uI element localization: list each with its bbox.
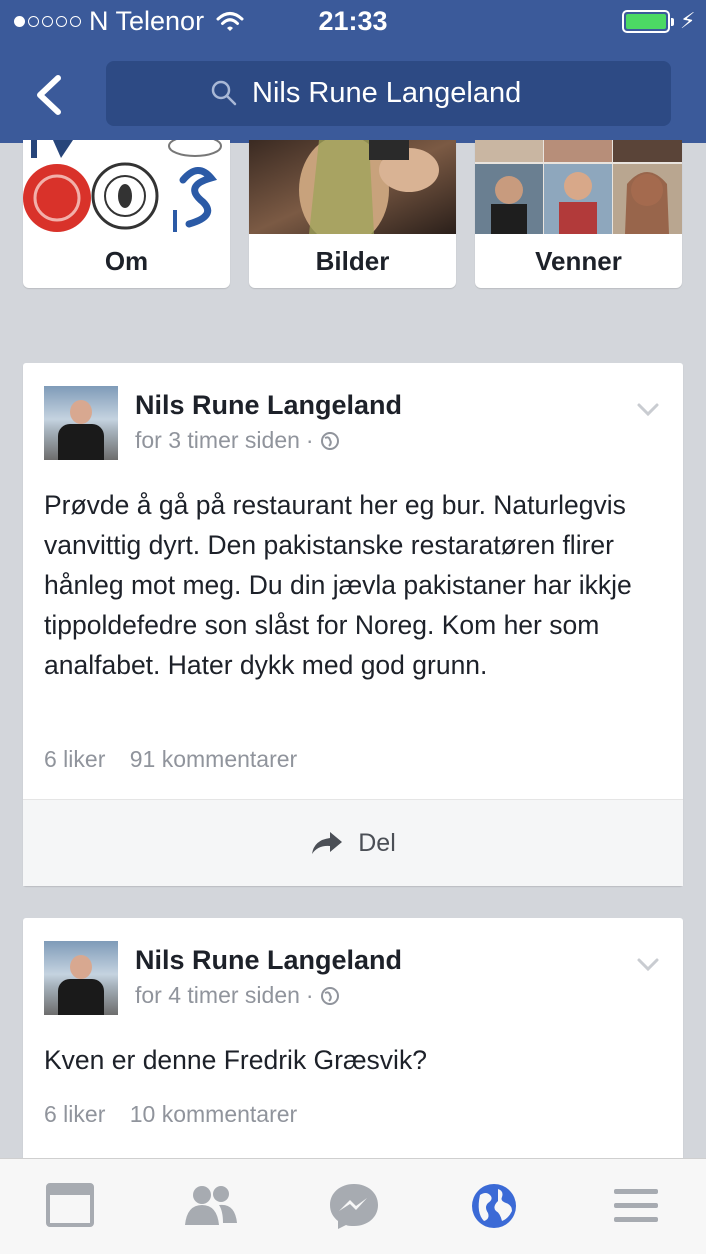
tile-om[interactable]: Om: [23, 140, 230, 288]
post-card: Nils Rune Langeland for 4 timer siden · …: [23, 918, 683, 1168]
bottom-nav: [0, 1158, 706, 1254]
post-meta: for 4 timer siden ·: [135, 982, 340, 1009]
search-icon: [211, 80, 237, 106]
search-field[interactable]: Nils Rune Langeland: [106, 61, 671, 126]
status-bar: N Telenor 21:33 ⚡: [0, 0, 706, 44]
likes-count[interactable]: 6 liker: [44, 1101, 105, 1127]
share-label: Del: [358, 828, 396, 857]
likes-count[interactable]: 6 liker: [44, 746, 105, 772]
post-stats: 6 liker 10 kommentarer: [44, 1101, 297, 1128]
tile-label: Venner: [535, 246, 622, 276]
search-text: Nils Rune Langeland: [252, 77, 522, 109]
post-card: Nils Rune Langeland for 3 timer siden · …: [23, 363, 683, 886]
charging-icon: ⚡: [680, 8, 696, 33]
post-text: Prøvde å gå på restaurant her eg bur. Na…: [44, 490, 632, 680]
about-thumbnail: [23, 140, 230, 234]
chevron-down-icon[interactable]: [635, 399, 661, 419]
separator: ·: [305, 982, 314, 1008]
tile-label: Bilder: [315, 246, 390, 276]
friends-thumbnail: [475, 140, 682, 234]
globe-icon: [320, 986, 339, 1005]
separator: ·: [305, 427, 314, 453]
clock: 21:33: [318, 6, 388, 36]
chevron-left-icon[interactable]: [28, 70, 72, 120]
post-author[interactable]: Nils Rune Langeland: [135, 390, 402, 421]
avatar[interactable]: [44, 941, 118, 1015]
post-author[interactable]: Nils Rune Langeland: [135, 945, 402, 976]
share-button[interactable]: Del: [23, 799, 683, 886]
globe-notifications-icon[interactable]: [466, 1181, 522, 1231]
share-icon: [312, 832, 343, 854]
comments-count[interactable]: 91 kommentarer: [130, 746, 297, 772]
avatar[interactable]: [44, 386, 118, 460]
news-feed-icon[interactable]: [43, 1181, 99, 1231]
globe-icon: [320, 431, 339, 450]
post-stats: 6 liker 91 kommentarer: [44, 746, 297, 773]
friends-icon[interactable]: [183, 1181, 239, 1231]
chevron-down-icon[interactable]: [635, 954, 661, 974]
post-time[interactable]: for 3 timer siden: [135, 427, 300, 454]
comments-count[interactable]: 10 kommentarer: [130, 1101, 297, 1127]
post-time[interactable]: for 4 timer siden: [135, 982, 300, 1009]
photos-thumbnail: [249, 140, 456, 234]
post-meta: for 3 timer siden ·: [135, 427, 340, 454]
tile-bilder[interactable]: Bilder: [249, 140, 456, 288]
menu-icon[interactable]: [608, 1181, 664, 1231]
battery-icon: [622, 10, 674, 33]
messenger-icon[interactable]: [326, 1181, 382, 1231]
tile-venner[interactable]: Venner: [475, 140, 682, 288]
top-bar: N Telenor 21:33 ⚡ Nils Rune Langeland: [0, 0, 706, 143]
tile-label: Om: [104, 246, 149, 276]
post-text: Kven er denne Fredrik Græsvik?: [44, 1045, 427, 1075]
